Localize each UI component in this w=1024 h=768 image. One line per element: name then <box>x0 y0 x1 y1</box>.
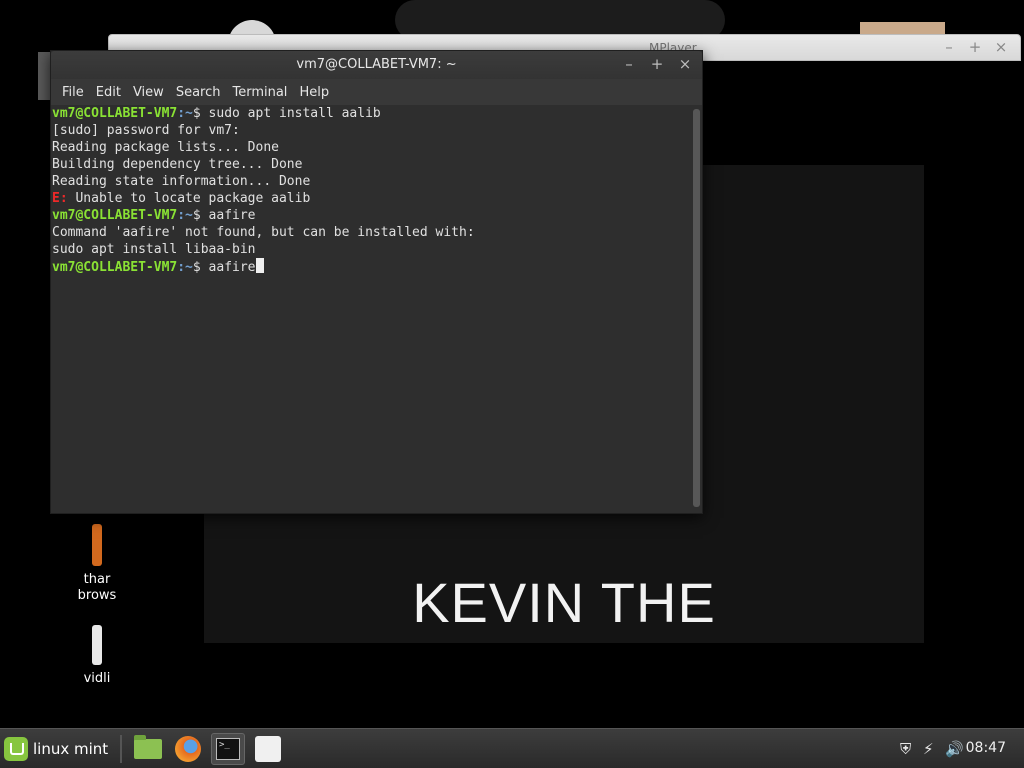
taskbar: linux mint >_ ⛨ ⚡ 🔊 08:47 <box>0 728 1024 768</box>
start-menu-button[interactable]: linux mint <box>4 735 108 763</box>
terminal-line: vm7@COLLABET-VM7:~$ aafire <box>52 258 692 275</box>
terminal-close-button[interactable]: × <box>676 55 694 73</box>
command-text: aafire <box>208 260 256 275</box>
terminal-line: Command 'aafire' not found, but can be i… <box>52 224 692 241</box>
mplayer-close-button[interactable]: × <box>992 38 1010 56</box>
mplayer-minimize-button[interactable]: – <box>940 38 958 56</box>
prompt-user: vm7@COLLABET-VM7 <box>52 208 178 223</box>
desktop-icon-label: thar <box>83 572 111 587</box>
start-menu-label: linux mint <box>33 740 109 758</box>
video-subtitle: KEVIN THE <box>412 571 716 634</box>
desktop-icon-label: vidli <box>83 671 111 686</box>
terminal-line: vm7@COLLABET-VM7:~$ aafire <box>52 207 692 224</box>
command-text: aafire <box>208 208 256 223</box>
error-prefix: E: <box>52 191 68 206</box>
desktop-icon-label: brows <box>77 588 117 603</box>
linux-mint-logo-icon <box>4 737 28 761</box>
terminal-line: Reading state information... Done <box>52 173 692 190</box>
taskbar-separator <box>120 735 122 763</box>
prompt-user: vm7@COLLABET-VM7 <box>52 260 178 275</box>
shield-icon[interactable]: ⛨ <box>900 740 911 758</box>
files-icon <box>134 735 162 759</box>
terminal-minimize-button[interactable]: – <box>620 55 638 73</box>
terminal-line: Building dependency tree... Done <box>52 156 692 173</box>
output-text: Building dependency tree... Done <box>52 157 303 172</box>
menu-file[interactable]: File <box>56 85 90 100</box>
taskbar-files-launcher[interactable] <box>131 733 165 765</box>
prompt-path: :~ <box>177 260 193 275</box>
mplayer-maximize-button[interactable]: + <box>966 38 984 56</box>
terminal-line: Reading package lists... Done <box>52 139 692 156</box>
prompt-path: :~ <box>177 106 193 121</box>
taskbar-firefox-launcher[interactable] <box>171 733 205 765</box>
terminal-icon: >_ <box>216 738 240 760</box>
clock[interactable]: 08:47 <box>966 740 1006 756</box>
menu-help[interactable]: Help <box>293 85 335 100</box>
text-cursor <box>255 258 264 273</box>
terminal-menubar: File Edit View Search Terminal Help <box>51 79 702 105</box>
output-text: Reading state information... Done <box>52 174 311 189</box>
prompt-symbol: $ <box>192 208 209 223</box>
output-text: sudo apt install libaa-bin <box>52 242 256 257</box>
terminal-line: vm7@COLLABET-VM7:~$ sudo apt install aal… <box>52 105 692 122</box>
mplayer-icon <box>255 736 281 762</box>
menu-search[interactable]: Search <box>170 85 227 100</box>
prompt-symbol: $ <box>192 260 209 275</box>
terminal-title: vm7@COLLABET-VM7: ~ <box>296 57 457 72</box>
desktop-icon-thar-browser[interactable]: thar brows <box>62 524 132 604</box>
terminal-line: E: Unable to locate package aalib <box>52 190 692 207</box>
menu-edit[interactable]: Edit <box>90 85 127 100</box>
terminal-titlebar[interactable]: vm7@COLLABET-VM7: ~ – + × <box>51 51 702 79</box>
terminal-line: sudo apt install libaa-bin <box>52 241 692 258</box>
taskbar-mplayer-window[interactable] <box>251 733 285 765</box>
menu-terminal[interactable]: Terminal <box>226 85 293 100</box>
error-message: Unable to locate package aalib <box>67 191 311 206</box>
output-text: Command 'aafire' not found, but can be i… <box>52 225 475 240</box>
firefox-icon <box>175 736 201 762</box>
terminal-scroll-thumb[interactable] <box>693 109 700 507</box>
output-text: [sudo] password for vm7: <box>52 123 240 138</box>
volume-icon[interactable]: 🔊 <box>945 740 964 758</box>
taskbar-terminal-window[interactable]: >_ <box>211 733 245 765</box>
terminal-scrollbar[interactable] <box>693 109 700 507</box>
prompt-symbol: $ <box>192 106 209 121</box>
browser-icon <box>92 524 102 566</box>
prompt-path: :~ <box>177 208 193 223</box>
command-text: sudo apt install aalib <box>208 106 381 121</box>
menu-view[interactable]: View <box>127 85 170 100</box>
terminal-line: [sudo] password for vm7: <box>52 122 692 139</box>
network-icon[interactable]: ⚡ <box>923 740 934 758</box>
terminal-window[interactable]: vm7@COLLABET-VM7: ~ – + × File Edit View… <box>50 50 703 514</box>
mplayer-window-edge <box>38 52 50 100</box>
terminal-maximize-button[interactable]: + <box>648 55 666 73</box>
file-icon <box>92 625 102 665</box>
desktop-icon-vidli[interactable]: vidli <box>62 625 132 687</box>
prompt-user: vm7@COLLABET-VM7 <box>52 106 178 121</box>
output-text: Reading package lists... Done <box>52 140 279 155</box>
terminal-output[interactable]: vm7@COLLABET-VM7:~$ sudo apt install aal… <box>51 105 692 513</box>
